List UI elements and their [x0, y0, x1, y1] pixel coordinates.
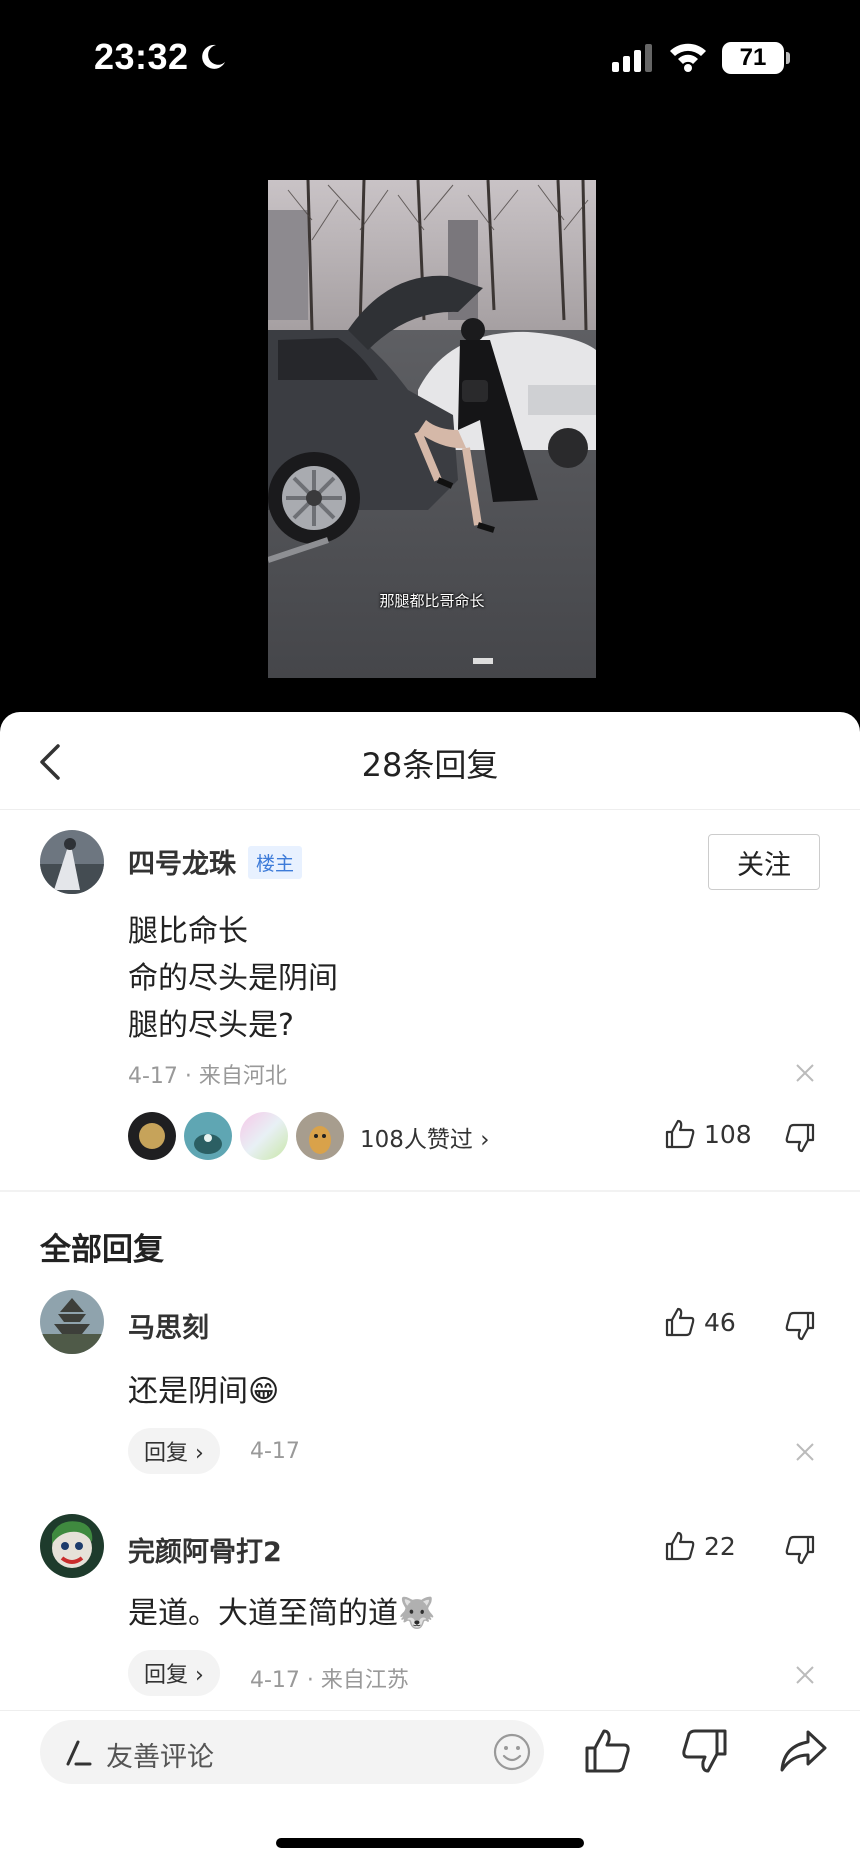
owner-badge: 楼主: [248, 846, 303, 879]
close-icon[interactable]: [794, 1664, 816, 1686]
battery-level: 71: [739, 44, 767, 71]
liker-avatar: [128, 1112, 176, 1160]
like-button[interactable]: 108: [664, 1118, 752, 1150]
wolf-emoji: 🐺: [398, 1596, 436, 1631]
reply-body: 还是阴间😁: [128, 1366, 279, 1410]
like-button[interactable]: 22: [664, 1530, 736, 1562]
grinning-emoji: 😁: [248, 1374, 280, 1409]
follow-button[interactable]: 关注: [708, 834, 820, 890]
sheet-header: 28条回复: [0, 712, 860, 810]
reply-sheet: 28条回复 四号龙珠 楼主 关注 腿比命长 命的尽头是阴间 腿的尽头是? 4-1…: [0, 712, 860, 1864]
liker-avatar: [184, 1112, 232, 1160]
thumbs-up-icon: [665, 1119, 695, 1149]
reply-meta: 4-17 · 来自江苏: [250, 1668, 409, 1693]
comment-input-placeholder: 友善评论: [106, 1742, 214, 1773]
reply-button[interactable]: 回复 ›: [128, 1428, 220, 1474]
comment-meta: 4-17 · 来自河北: [128, 1064, 287, 1089]
close-icon[interactable]: [794, 1441, 816, 1463]
reply-meta: 4-17: [250, 1439, 300, 1464]
comment-line: 腿比命长: [128, 914, 248, 949]
thumbs-down-icon[interactable]: [680, 1726, 730, 1776]
liker-avatar: [240, 1112, 288, 1160]
share-icon[interactable]: [778, 1726, 828, 1776]
battery-indicator: 71: [722, 42, 784, 74]
video-player[interactable]: 那腿都比哥命长: [268, 180, 596, 678]
thumbs-down-icon[interactable]: [784, 1310, 816, 1342]
comment-body: 腿比命长 命的尽头是阴间 腿的尽头是?: [128, 908, 338, 1049]
reply-author[interactable]: 马思刻: [128, 1306, 209, 1345]
video-subtitle: 那腿都比哥命长: [379, 592, 485, 610]
home-indicator: [276, 1838, 584, 1848]
emoji-icon[interactable]: [492, 1732, 532, 1772]
like-count: 22: [704, 1531, 736, 1561]
status-bar: 23:32 71: [0, 0, 860, 120]
cellular-signal-icon: [612, 44, 652, 72]
thumbs-up-icon: [665, 1307, 695, 1337]
thumbs-down-icon[interactable]: [784, 1122, 816, 1154]
battery-tip: [786, 52, 790, 64]
avatar-image: [40, 1290, 104, 1354]
thumbs-down-icon[interactable]: [784, 1534, 816, 1566]
reply-author[interactable]: 完颜阿骨打2: [128, 1530, 282, 1569]
avatar-image: [40, 1514, 104, 1578]
likers-link[interactable]: 108人赞过 ›: [360, 1120, 489, 1154]
thumbs-up-icon: [665, 1531, 695, 1561]
like-button[interactable]: 46: [664, 1306, 736, 1338]
like-count: 46: [704, 1307, 736, 1337]
thumbs-up-icon[interactable]: [582, 1726, 632, 1776]
comment-line: 腿的尽头是?: [128, 1008, 294, 1043]
avatar[interactable]: [40, 1290, 104, 1354]
bottom-bar-divider: [0, 1710, 860, 1711]
reply-body: 是道。大道至简的道🐺: [128, 1588, 435, 1632]
close-icon[interactable]: [794, 1062, 816, 1084]
comment-author[interactable]: 四号龙珠: [128, 842, 236, 881]
comment-line: 命的尽头是阴间: [128, 961, 338, 996]
reply-text: 还是阴间: [128, 1374, 248, 1409]
all-replies-title: 全部回复: [40, 1232, 164, 1268]
avatar[interactable]: [40, 1514, 104, 1578]
moon-icon: [202, 44, 225, 69]
reply-text: 是道。大道至简的道: [128, 1596, 398, 1631]
reply-button[interactable]: 回复 ›: [128, 1650, 220, 1696]
avatar[interactable]: [40, 830, 104, 894]
pen-icon: [66, 1740, 92, 1766]
liker-avatar: [296, 1112, 344, 1160]
avatar-image: [40, 830, 104, 894]
section-divider: [0, 1190, 860, 1192]
wifi-icon: [670, 43, 706, 72]
sheet-title: 28条回复: [361, 746, 499, 784]
status-time: 23:32: [94, 36, 189, 77]
like-count: 108: [704, 1119, 752, 1149]
comment-input[interactable]: 友善评论: [40, 1720, 544, 1784]
